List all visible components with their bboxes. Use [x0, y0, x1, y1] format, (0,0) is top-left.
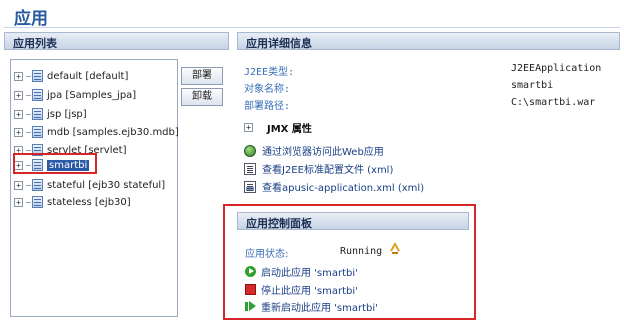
view-j2ee-config-link[interactable]: 查看J2EE标准配置文件 (xml): [244, 161, 393, 176]
restart-icon: [245, 301, 256, 312]
app-status-value: Running: [340, 246, 383, 257]
tree-item-label: mdb [samples.ejb30.mdb]: [47, 126, 179, 138]
stop-app-text: 停止此应用 'smartbi': [261, 286, 358, 297]
document-a-icon: [244, 180, 256, 193]
view-j2ee-config-text: 查看J2EE标准配置文件 (xml): [262, 165, 394, 176]
expand-icon[interactable]: +: [244, 123, 253, 132]
object-name-value: smartbi: [511, 80, 554, 91]
control-panel-title: 应用控制面板: [246, 217, 312, 230]
document-icon: [244, 162, 256, 175]
browse-web-app-link[interactable]: 通过浏览器访问此Web应用: [244, 143, 384, 158]
expand-icon[interactable]: +: [14, 109, 23, 119]
tree-item-stateful[interactable]: + stateful [ejb30 stateful]: [14, 177, 165, 193]
expand-icon[interactable]: +: [14, 180, 23, 190]
app-list-title: 应用列表: [13, 37, 57, 50]
restart-app-text: 重新启动此应用 'smartbi': [261, 303, 378, 314]
tree-connector: [26, 75, 31, 77]
j2ee-type-label: J2EE类型:: [244, 67, 295, 78]
expand-icon[interactable]: +: [14, 71, 23, 81]
view-apusic-xml-text: 查看apusic-application.xml (xml): [262, 183, 425, 194]
jmx-attributes-toggle[interactable]: + JMX 属性: [244, 120, 312, 135]
app-list-header: 应用列表: [4, 32, 229, 50]
application-icon: [32, 179, 43, 191]
browse-web-app-text: 通过浏览器访问此Web应用: [262, 147, 384, 158]
start-app-link[interactable]: 启动此应用 'smartbi': [245, 264, 358, 279]
expand-icon[interactable]: +: [14, 197, 23, 207]
tree-item-stateless[interactable]: + stateless [ejb30]: [14, 194, 131, 210]
app-status-label: 应用状态:: [245, 249, 289, 260]
tree-item-mdb[interactable]: + mdb [samples.ejb30.mdb]: [14, 124, 179, 140]
stop-app-link[interactable]: 停止此应用 'smartbi': [245, 282, 358, 297]
jmx-attributes-label: JMX 属性: [267, 124, 312, 135]
tree-item-label: stateful [ejb30 stateful]: [47, 179, 166, 191]
app-detail-title: 应用详细信息: [246, 37, 312, 50]
tree-item-default[interactable]: + default [default]: [14, 68, 128, 84]
undeploy-button[interactable]: 卸载: [181, 88, 223, 106]
application-icon: [32, 108, 43, 120]
tree-item-jpa[interactable]: + jpa [Samples_jpa]: [14, 87, 136, 103]
app-list-box[interactable]: + default [default] + jpa [Samples_jpa] …: [10, 59, 179, 317]
tree-item-label: stateless [ejb30]: [47, 196, 131, 208]
application-icon: [32, 89, 43, 101]
start-icon: [245, 266, 256, 277]
application-icon: [32, 196, 43, 208]
control-panel-header: 应用控制面板: [237, 212, 469, 230]
stop-icon: [245, 284, 256, 295]
selection-highlight-box: [13, 153, 97, 174]
tree-connector: [26, 131, 31, 133]
deploy-button[interactable]: 部署: [181, 67, 223, 85]
tree-item-label: jsp [jsp]: [47, 108, 87, 120]
application-icon: [32, 126, 43, 138]
globe-icon: [244, 144, 256, 157]
tree-connector: [26, 113, 31, 115]
application-icon: [32, 70, 43, 82]
tree-item-label: jpa [Samples_jpa]: [47, 89, 137, 101]
j2ee-type-value: J2EEApplication: [511, 63, 602, 74]
start-app-text: 启动此应用 'smartbi': [261, 268, 358, 279]
tree-connector: [26, 94, 31, 96]
expand-icon[interactable]: +: [14, 90, 23, 100]
tree-item-label: default [default]: [47, 70, 129, 82]
page-title: 应用: [14, 9, 48, 29]
object-name-label: 对象名称:: [244, 84, 291, 95]
refresh-status-icon[interactable]: [388, 242, 402, 256]
tree-connector: [26, 149, 31, 151]
expand-icon[interactable]: +: [14, 127, 23, 137]
tree-connector: [26, 201, 31, 203]
deploy-path-value: C:\smartbi.war: [511, 97, 596, 108]
tree-item-jsp[interactable]: + jsp [jsp]: [14, 106, 87, 122]
app-detail-header: 应用详细信息: [237, 32, 620, 50]
view-apusic-xml-link[interactable]: 查看apusic-application.xml (xml): [244, 179, 424, 194]
title-divider: [4, 27, 620, 28]
tree-connector: [26, 184, 31, 186]
restart-app-link[interactable]: 重新启动此应用 'smartbi': [245, 299, 378, 314]
deploy-path-label: 部署路径:: [244, 101, 291, 112]
